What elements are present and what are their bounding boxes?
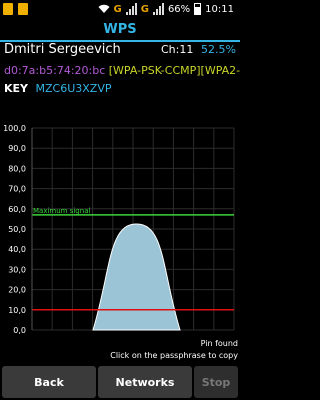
network-type-g1: G (113, 3, 122, 15)
network-ssid: Dmitri Sergeevich (4, 42, 121, 57)
network-details-row: d0:7a:b5:74:20:bc [WPA-PSK-CCMP][WPA2- (4, 64, 240, 77)
y-tick-label: 10,0 (8, 306, 26, 315)
battery-icon (194, 3, 202, 15)
status-icons: G G 66% 10:11 (98, 3, 234, 15)
network-info-row: Dmitri Sergeevich Ch:11 52.5% (4, 42, 236, 60)
key-passphrase[interactable]: MZC6U3XZVP (36, 82, 112, 95)
y-tick-label: 60,0 (8, 205, 26, 214)
key-row[interactable]: KEY MZC6U3XZVP (4, 82, 112, 95)
reference-line-label: Maximum signal (33, 207, 90, 215)
clock: 10:11 (205, 3, 234, 15)
battery-percent: 66% (167, 3, 191, 15)
y-tick-label: 90,0 (8, 144, 26, 153)
notification-icons (3, 3, 28, 15)
network-type-g2: G (140, 3, 149, 15)
network-capabilities: [WPA-PSK-CCMP][WPA2- (108, 64, 240, 77)
y-tick-label: 70,0 (8, 185, 26, 194)
wifi-icon (98, 4, 109, 13)
signal-chart: 100,0 90,0 80,0 70,0 60,0 50,0 40,0 30,0 20,0 10,… (0, 118, 240, 338)
network-mac: d0:7a:b5:74:20:bc (4, 64, 106, 77)
cell-signal-icon (125, 3, 137, 15)
y-tick-label: 20,0 (8, 286, 26, 295)
key-label: KEY (4, 82, 29, 95)
stop-button[interactable]: Stop (194, 366, 238, 398)
y-tick-label: 30,0 (8, 265, 26, 274)
pin-status: Pin found (200, 339, 238, 348)
y-tick-label: 0,0 (13, 326, 26, 335)
notification-icon (3, 3, 13, 15)
cell-signal-icon (152, 3, 164, 15)
page-title: WPS (103, 22, 137, 37)
y-tick-label: 50,0 (8, 225, 26, 234)
y-tick-label: 100,0 (3, 124, 26, 133)
back-button[interactable]: Back (2, 366, 96, 398)
y-tick-label: 40,0 (8, 245, 26, 254)
copy-hint: Click on the passphrase to copy (110, 351, 238, 360)
y-tick-label: 80,0 (8, 164, 26, 173)
notification-icon (18, 3, 28, 15)
signal-chart-svg: 100,0 90,0 80,0 70,0 60,0 50,0 40,0 30,0 20,0 10,… (3, 124, 235, 335)
status-bar: G G 66% 10:11 (0, 0, 240, 20)
signal-percent: 52.5% (201, 43, 236, 56)
networks-button[interactable]: Networks (98, 366, 192, 398)
signal-area (92, 223, 181, 331)
network-channel: Ch:11 (161, 43, 194, 56)
